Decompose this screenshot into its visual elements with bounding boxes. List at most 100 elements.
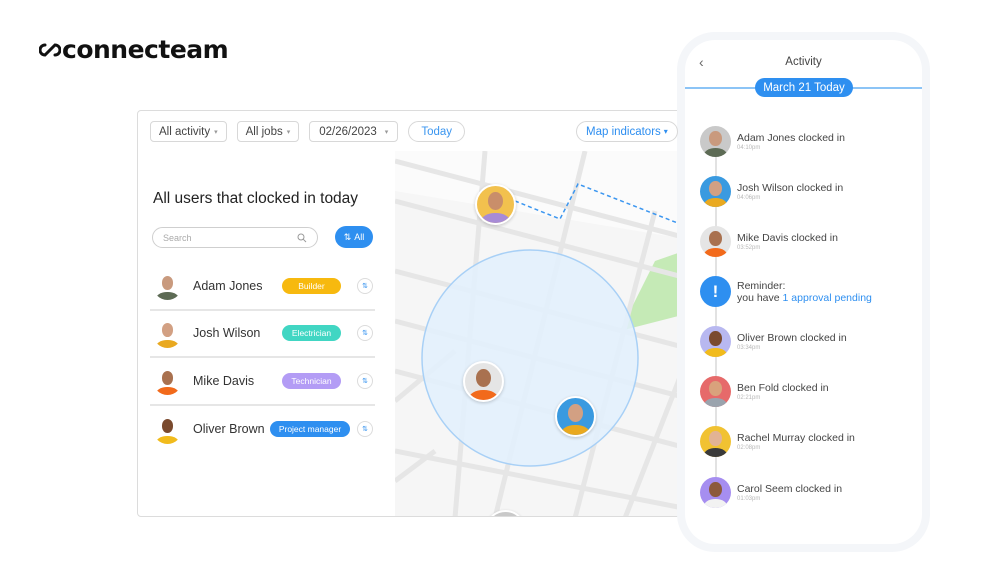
map-pin-avatar[interactable] [475, 184, 516, 225]
avatar-face [161, 419, 174, 434]
role-badge: Builder [282, 277, 341, 294]
activity-filter-label: All activity [159, 125, 211, 138]
user-row[interactable]: Oliver Brown Project manager ⇅ [150, 406, 375, 454]
user-name: Josh Wilson [193, 326, 261, 341]
activity-text: Carol Seem clocked in [737, 483, 843, 495]
avatar-shirt [703, 248, 728, 257]
avatar-shirt [156, 435, 179, 444]
phone-frame: ‹ Activity March 21 Today Adam Jones clo… [677, 32, 930, 552]
map-streets [395, 151, 696, 516]
avatar [153, 319, 182, 348]
user-list: Adam Jones Builder ⇅ Josh Wilson Electri… [150, 263, 375, 453]
avatar-face [161, 275, 174, 290]
filter-bar: All activity ▾ All jobs ▾ 02/26/2023 ▾ T… [150, 121, 465, 142]
activity-item[interactable]: Josh Wilson clocked in 04:06pm [700, 176, 843, 207]
avatar-shirt [703, 198, 728, 207]
avatar-face [488, 191, 503, 210]
user-name: Mike Davis [193, 373, 255, 388]
avatar-shirt [156, 292, 179, 301]
avatar [700, 176, 731, 207]
map-pin-avatar[interactable] [555, 396, 596, 437]
avatar-shirt [703, 348, 728, 357]
activity-item[interactable]: Oliver Brown clocked in 03:34pm [700, 326, 847, 357]
avatar-shirt [703, 499, 728, 508]
search-input[interactable]: Search [152, 227, 318, 248]
screen-title: Activity [785, 56, 822, 68]
role-badge: Project manager [270, 421, 350, 438]
avatar-face [709, 130, 722, 146]
chevron-down-icon: ▾ [384, 128, 389, 136]
user-row[interactable]: Mike Davis Technician ⇅ [150, 358, 375, 406]
activity-time: 01:03pm [737, 496, 761, 502]
avatar-face [709, 230, 722, 246]
avatar-shirt [703, 148, 728, 157]
avatar-face [709, 380, 722, 396]
avatar-shirt [156, 339, 179, 348]
activity-text: Mike Davis clocked in [737, 232, 838, 244]
avatar-shirt [703, 398, 728, 407]
activity-filter-dropdown[interactable]: All activity ▾ [150, 121, 227, 142]
all-button-label: All [354, 232, 365, 242]
activity-time: 04:06pm [737, 195, 761, 201]
avatar-face [161, 323, 174, 338]
activity-item[interactable]: Carol Seem clocked in 01:03pm [700, 477, 842, 508]
user-row[interactable]: Josh Wilson Electrician ⇅ [150, 311, 375, 358]
activity-screen: ‹ Activity March 21 Today Adam Jones clo… [685, 40, 922, 544]
activity-time: 03:34pm [737, 345, 761, 351]
user-row[interactable]: Adam Jones Builder ⇅ [150, 263, 375, 311]
reminder-item[interactable]: ! Reminder: you have 1 approval pending [700, 276, 872, 307]
reminder-title: Reminder: [737, 279, 786, 292]
infinity-logo-icon [39, 42, 61, 57]
avatar [700, 226, 731, 257]
avatar-face [709, 180, 722, 196]
avatar-face [568, 403, 583, 422]
chevron-down-icon: ▾ [663, 127, 668, 136]
activity-time: 02:21pm [737, 395, 761, 401]
users-panel-title: All users that clocked in today [153, 190, 359, 207]
approval-pending-link[interactable]: 1 approval pending [783, 292, 872, 304]
map-indicators-dropdown[interactable]: Map indicators ▾ [576, 121, 678, 142]
avatar-face [161, 370, 174, 385]
date-value: 02/26/2023 [319, 125, 377, 138]
avatar [700, 477, 731, 508]
avatar [700, 426, 731, 457]
jobs-filter-dropdown[interactable]: All jobs ▾ [236, 121, 300, 142]
activity-item[interactable]: Mike Davis clocked in 03:52pm [700, 226, 838, 257]
map-indicators-label: Map indicators [586, 125, 661, 138]
activity-item[interactable]: Adam Jones clocked in 04:10pm [700, 126, 845, 157]
activity-item[interactable]: Rachel Murray clocked in 02:08pm [700, 426, 855, 457]
activity-text: Ben Fold clocked in [737, 382, 829, 394]
avatar [153, 366, 182, 396]
today-button[interactable]: Today [408, 121, 465, 142]
avatar-shirt [703, 448, 728, 457]
map-pin-avatar[interactable] [463, 361, 504, 402]
avatar-face [709, 481, 722, 497]
avatar-face [709, 330, 722, 346]
swap-icon[interactable]: ⇅ [357, 372, 373, 389]
search-icon [297, 233, 307, 242]
brand-name: connecteam [62, 35, 229, 64]
user-name: Oliver Brown [193, 422, 265, 437]
map-view[interactable] [395, 151, 696, 516]
date-picker-dropdown[interactable]: 02/26/2023 ▾ [309, 121, 399, 142]
activity-time: 04:10pm [737, 145, 761, 151]
all-filter-button[interactable]: ⇅ All [335, 226, 373, 248]
activity-text: Adam Jones clocked in [737, 132, 845, 144]
swap-icon[interactable]: ⇅ [357, 277, 373, 294]
activity-text: Oliver Brown clocked in [737, 332, 847, 344]
swap-icon[interactable]: ⇅ [357, 325, 373, 342]
exclamation-icon: ! [700, 276, 731, 307]
sort-icon: ⇅ [343, 231, 352, 242]
role-badge: Technician [282, 372, 341, 389]
avatar [153, 415, 182, 444]
chevron-down-icon: ▾ [286, 128, 291, 136]
jobs-filter-label: All jobs [245, 125, 283, 138]
avatar-shirt [156, 387, 179, 396]
activity-item[interactable]: Ben Fold clocked in 02:21pm [700, 376, 829, 407]
dashboard-panel: All activity ▾ All jobs ▾ 02/26/2023 ▾ T… [137, 110, 697, 517]
reminder-text: you have [737, 291, 783, 304]
user-name: Adam Jones [193, 278, 263, 293]
swap-icon[interactable]: ⇅ [357, 421, 373, 438]
activity-time: 03:52pm [737, 245, 761, 251]
geofence-circle [421, 249, 639, 467]
